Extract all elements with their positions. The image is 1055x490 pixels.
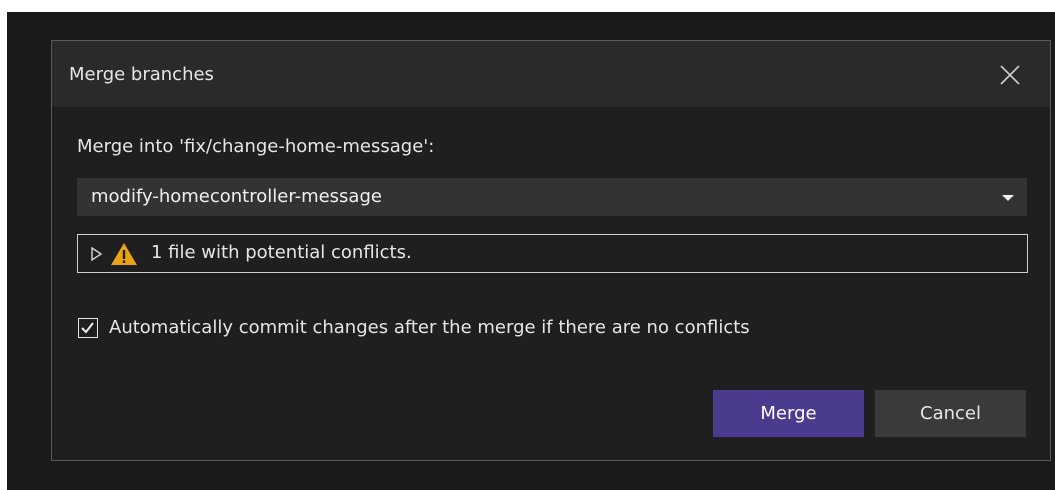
expand-conflicts-toggle[interactable] [90,246,104,262]
triangle-right-icon [91,246,103,262]
cancel-button[interactable]: Cancel [875,390,1026,437]
conflicts-text: 1 file with potential conflicts. [151,242,412,263]
dialog-title: Merge branches [69,64,214,85]
auto-commit-checkbox[interactable] [78,318,98,338]
source-branch-dropdown[interactable]: modify-homecontroller-message [77,178,1027,216]
selected-branch: modify-homecontroller-message [91,186,382,207]
warning-icon [111,243,137,265]
close-button[interactable] [996,61,1024,89]
checkmark-icon [81,322,94,334]
merge-button[interactable]: Merge [713,390,864,437]
dialog-titlebar: Merge branches [52,41,1050,107]
auto-commit-label: Automatically commit changes after the m… [109,317,750,338]
merge-branches-dialog: Merge branches Merge into 'fix/change-ho… [51,40,1051,461]
close-icon [1000,65,1020,85]
conflicts-summary: 1 file with potential conflicts. [77,234,1028,273]
chevron-down-icon [1002,195,1014,201]
merge-into-label: Merge into 'fix/change-home-message': [77,136,435,157]
